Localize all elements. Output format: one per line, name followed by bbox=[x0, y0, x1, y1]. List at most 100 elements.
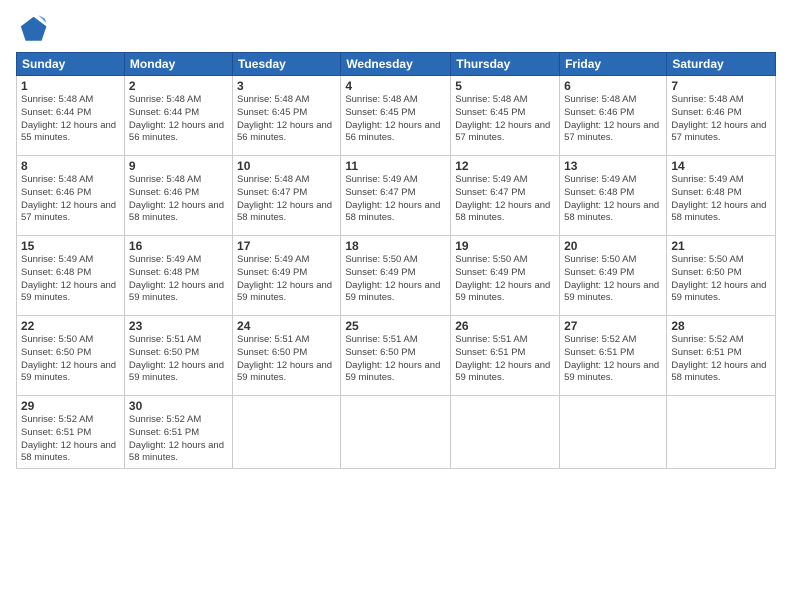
day-info: Sunrise: 5:48 AMSunset: 6:46 PMDaylight:… bbox=[671, 94, 771, 145]
day-number: 16 bbox=[129, 239, 228, 253]
calendar-week-row: 22 Sunrise: 5:50 AMSunset: 6:50 PMDaylig… bbox=[17, 316, 776, 396]
day-number: 26 bbox=[455, 319, 555, 333]
day-number: 30 bbox=[129, 399, 228, 413]
day-number: 22 bbox=[21, 319, 120, 333]
calendar-cell: 24 Sunrise: 5:51 AMSunset: 6:50 PMDaylig… bbox=[233, 316, 341, 396]
calendar-cell: 28 Sunrise: 5:52 AMSunset: 6:51 PMDaylig… bbox=[667, 316, 776, 396]
day-number: 4 bbox=[345, 79, 446, 93]
day-info: Sunrise: 5:48 AMSunset: 6:45 PMDaylight:… bbox=[237, 94, 336, 145]
day-header-friday: Friday bbox=[560, 53, 667, 76]
calendar-cell bbox=[667, 396, 776, 469]
day-number: 21 bbox=[671, 239, 771, 253]
calendar-cell: 16 Sunrise: 5:49 AMSunset: 6:48 PMDaylig… bbox=[124, 236, 232, 316]
day-info: Sunrise: 5:51 AMSunset: 6:50 PMDaylight:… bbox=[345, 334, 446, 385]
day-info: Sunrise: 5:49 AMSunset: 6:48 PMDaylight:… bbox=[564, 174, 662, 225]
day-info: Sunrise: 5:52 AMSunset: 6:51 PMDaylight:… bbox=[21, 414, 120, 465]
logo bbox=[16, 12, 52, 44]
calendar-cell: 5 Sunrise: 5:48 AMSunset: 6:45 PMDayligh… bbox=[451, 76, 560, 156]
day-info: Sunrise: 5:48 AMSunset: 6:46 PMDaylight:… bbox=[21, 174, 120, 225]
logo-icon bbox=[16, 12, 48, 44]
calendar-cell bbox=[341, 396, 451, 469]
day-number: 6 bbox=[564, 79, 662, 93]
day-info: Sunrise: 5:49 AMSunset: 6:47 PMDaylight:… bbox=[455, 174, 555, 225]
calendar-cell: 4 Sunrise: 5:48 AMSunset: 6:45 PMDayligh… bbox=[341, 76, 451, 156]
day-info: Sunrise: 5:52 AMSunset: 6:51 PMDaylight:… bbox=[564, 334, 662, 385]
calendar-cell: 11 Sunrise: 5:49 AMSunset: 6:47 PMDaylig… bbox=[341, 156, 451, 236]
calendar-cell bbox=[451, 396, 560, 469]
day-info: Sunrise: 5:48 AMSunset: 6:44 PMDaylight:… bbox=[129, 94, 228, 145]
page: SundayMondayTuesdayWednesdayThursdayFrid… bbox=[0, 0, 792, 612]
day-info: Sunrise: 5:49 AMSunset: 6:49 PMDaylight:… bbox=[237, 254, 336, 305]
day-number: 25 bbox=[345, 319, 446, 333]
calendar-week-row: 1 Sunrise: 5:48 AMSunset: 6:44 PMDayligh… bbox=[17, 76, 776, 156]
calendar-cell: 20 Sunrise: 5:50 AMSunset: 6:49 PMDaylig… bbox=[560, 236, 667, 316]
calendar-week-row: 15 Sunrise: 5:49 AMSunset: 6:48 PMDaylig… bbox=[17, 236, 776, 316]
calendar-cell bbox=[560, 396, 667, 469]
day-number: 23 bbox=[129, 319, 228, 333]
day-info: Sunrise: 5:51 AMSunset: 6:50 PMDaylight:… bbox=[237, 334, 336, 385]
day-number: 13 bbox=[564, 159, 662, 173]
day-number: 1 bbox=[21, 79, 120, 93]
calendar-cell: 29 Sunrise: 5:52 AMSunset: 6:51 PMDaylig… bbox=[17, 396, 125, 469]
day-number: 17 bbox=[237, 239, 336, 253]
day-header-monday: Monday bbox=[124, 53, 232, 76]
calendar-cell: 18 Sunrise: 5:50 AMSunset: 6:49 PMDaylig… bbox=[341, 236, 451, 316]
day-info: Sunrise: 5:49 AMSunset: 6:47 PMDaylight:… bbox=[345, 174, 446, 225]
day-info: Sunrise: 5:48 AMSunset: 6:46 PMDaylight:… bbox=[564, 94, 662, 145]
day-info: Sunrise: 5:48 AMSunset: 6:45 PMDaylight:… bbox=[345, 94, 446, 145]
day-info: Sunrise: 5:48 AMSunset: 6:47 PMDaylight:… bbox=[237, 174, 336, 225]
calendar-cell: 22 Sunrise: 5:50 AMSunset: 6:50 PMDaylig… bbox=[17, 316, 125, 396]
day-number: 20 bbox=[564, 239, 662, 253]
calendar-cell: 25 Sunrise: 5:51 AMSunset: 6:50 PMDaylig… bbox=[341, 316, 451, 396]
calendar-cell bbox=[233, 396, 341, 469]
day-info: Sunrise: 5:49 AMSunset: 6:48 PMDaylight:… bbox=[129, 254, 228, 305]
day-header-thursday: Thursday bbox=[451, 53, 560, 76]
day-number: 2 bbox=[129, 79, 228, 93]
calendar-cell: 21 Sunrise: 5:50 AMSunset: 6:50 PMDaylig… bbox=[667, 236, 776, 316]
calendar-cell: 6 Sunrise: 5:48 AMSunset: 6:46 PMDayligh… bbox=[560, 76, 667, 156]
day-number: 28 bbox=[671, 319, 771, 333]
day-info: Sunrise: 5:49 AMSunset: 6:48 PMDaylight:… bbox=[671, 174, 771, 225]
day-number: 9 bbox=[129, 159, 228, 173]
calendar-header-row: SundayMondayTuesdayWednesdayThursdayFrid… bbox=[17, 53, 776, 76]
day-info: Sunrise: 5:48 AMSunset: 6:44 PMDaylight:… bbox=[21, 94, 120, 145]
calendar-cell: 1 Sunrise: 5:48 AMSunset: 6:44 PMDayligh… bbox=[17, 76, 125, 156]
day-number: 19 bbox=[455, 239, 555, 253]
day-info: Sunrise: 5:51 AMSunset: 6:50 PMDaylight:… bbox=[129, 334, 228, 385]
calendar-cell: 2 Sunrise: 5:48 AMSunset: 6:44 PMDayligh… bbox=[124, 76, 232, 156]
day-number: 27 bbox=[564, 319, 662, 333]
day-info: Sunrise: 5:50 AMSunset: 6:50 PMDaylight:… bbox=[671, 254, 771, 305]
day-number: 11 bbox=[345, 159, 446, 173]
calendar-cell: 3 Sunrise: 5:48 AMSunset: 6:45 PMDayligh… bbox=[233, 76, 341, 156]
day-header-wednesday: Wednesday bbox=[341, 53, 451, 76]
day-info: Sunrise: 5:52 AMSunset: 6:51 PMDaylight:… bbox=[129, 414, 228, 465]
day-number: 29 bbox=[21, 399, 120, 413]
calendar-cell: 23 Sunrise: 5:51 AMSunset: 6:50 PMDaylig… bbox=[124, 316, 232, 396]
day-number: 15 bbox=[21, 239, 120, 253]
day-info: Sunrise: 5:50 AMSunset: 6:49 PMDaylight:… bbox=[455, 254, 555, 305]
day-number: 7 bbox=[671, 79, 771, 93]
day-number: 8 bbox=[21, 159, 120, 173]
day-number: 24 bbox=[237, 319, 336, 333]
calendar-cell: 15 Sunrise: 5:49 AMSunset: 6:48 PMDaylig… bbox=[17, 236, 125, 316]
calendar-cell: 13 Sunrise: 5:49 AMSunset: 6:48 PMDaylig… bbox=[560, 156, 667, 236]
day-info: Sunrise: 5:50 AMSunset: 6:50 PMDaylight:… bbox=[21, 334, 120, 385]
calendar-cell: 8 Sunrise: 5:48 AMSunset: 6:46 PMDayligh… bbox=[17, 156, 125, 236]
day-info: Sunrise: 5:48 AMSunset: 6:46 PMDaylight:… bbox=[129, 174, 228, 225]
calendar-cell: 14 Sunrise: 5:49 AMSunset: 6:48 PMDaylig… bbox=[667, 156, 776, 236]
calendar-cell: 7 Sunrise: 5:48 AMSunset: 6:46 PMDayligh… bbox=[667, 76, 776, 156]
day-number: 10 bbox=[237, 159, 336, 173]
day-info: Sunrise: 5:48 AMSunset: 6:45 PMDaylight:… bbox=[455, 94, 555, 145]
day-header-sunday: Sunday bbox=[17, 53, 125, 76]
day-number: 5 bbox=[455, 79, 555, 93]
calendar-week-row: 8 Sunrise: 5:48 AMSunset: 6:46 PMDayligh… bbox=[17, 156, 776, 236]
calendar-week-row: 29 Sunrise: 5:52 AMSunset: 6:51 PMDaylig… bbox=[17, 396, 776, 469]
day-info: Sunrise: 5:52 AMSunset: 6:51 PMDaylight:… bbox=[671, 334, 771, 385]
header bbox=[16, 12, 776, 44]
day-header-saturday: Saturday bbox=[667, 53, 776, 76]
day-number: 3 bbox=[237, 79, 336, 93]
day-info: Sunrise: 5:51 AMSunset: 6:51 PMDaylight:… bbox=[455, 334, 555, 385]
calendar-cell: 19 Sunrise: 5:50 AMSunset: 6:49 PMDaylig… bbox=[451, 236, 560, 316]
calendar-cell: 9 Sunrise: 5:48 AMSunset: 6:46 PMDayligh… bbox=[124, 156, 232, 236]
day-number: 18 bbox=[345, 239, 446, 253]
